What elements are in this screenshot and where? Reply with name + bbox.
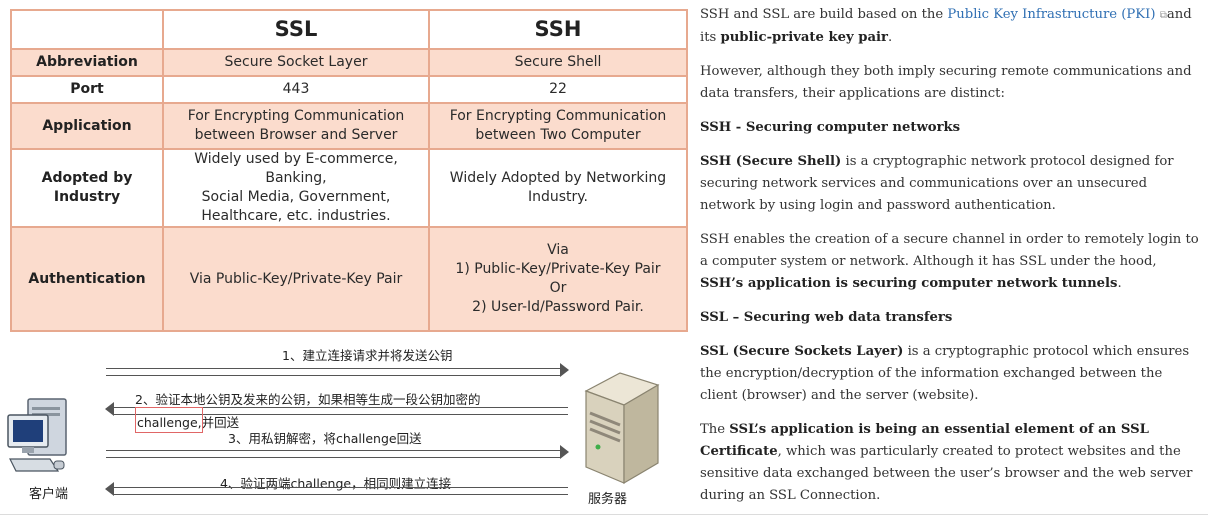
ssl-cell: Secure Socket Layer xyxy=(162,48,430,77)
row-label: Adopted by Industry xyxy=(10,148,164,228)
step-4-arrow xyxy=(105,482,568,496)
table-header-ssl: SSL xyxy=(162,9,430,50)
step-1-arrow xyxy=(106,363,569,377)
ssh-cell: Widely Adopted by Networking Industry. xyxy=(428,148,688,228)
article-body: SSH and SSL are build based on the Publi… xyxy=(700,4,1200,519)
heading-text: SSL – Securing web data transfers xyxy=(700,310,953,325)
ssh-cell: Secure Shell xyxy=(428,48,688,77)
row-label: Authentication xyxy=(10,226,164,332)
table-row: Adopted by Industry Widely used by E-com… xyxy=(10,148,688,228)
table-row: Application For Encrypting Communication… xyxy=(10,102,688,150)
ssl-cell: 443 xyxy=(162,75,430,104)
step-1-text: 1、建立连接请求并将发送公钥 xyxy=(282,348,453,363)
table-header-ssh: SSH xyxy=(428,9,688,50)
ssh-cell: For Encrypting Communication between Two… xyxy=(428,102,688,150)
table-row: Authentication Via Public-Key/Private-Ke… xyxy=(10,226,688,332)
text: . xyxy=(1117,276,1122,291)
client-computer-icon xyxy=(7,398,67,472)
text: . xyxy=(888,30,893,45)
paragraph-distinct: However, although they both imply securi… xyxy=(700,64,1192,101)
text: The xyxy=(700,422,730,437)
ssl-vs-ssh-table: SSL SSH Abbreviation Secure Socket Layer… xyxy=(10,9,688,332)
row-label: Abbreviation xyxy=(10,48,164,77)
pki-link[interactable]: Public Key Infrastructure (PKI) xyxy=(947,7,1155,22)
text: SSH and SSL are build based on the xyxy=(700,7,948,22)
table-row: Abbreviation Secure Socket Layer Secure … xyxy=(10,48,688,77)
table-row: Port 443 22 xyxy=(10,75,688,104)
client-label: 客户端 xyxy=(29,487,69,502)
ssl-cell: Via Public-Key/Private-Key Pair xyxy=(162,226,430,332)
external-link-icon: ⧉ xyxy=(1159,10,1167,21)
paragraph-ssl-certificate: The SSL’s application is being an essent… xyxy=(700,419,1200,507)
heading-ssl: SSL – Securing web data transfers xyxy=(700,307,1200,329)
heading-ssh: SSH - Securing computer networks xyxy=(700,117,1200,139)
bold-text: SSH’s application is securing computer n… xyxy=(700,276,1118,291)
ssh-handshake-diagram: 客户端 服务器 1、建立连接请求并将发送公钥 2、验证本地公钥及发来的公钥，如果… xyxy=(0,333,690,520)
challenge-highlight-box xyxy=(135,407,203,433)
row-label: Application xyxy=(10,102,164,150)
bold-text: SSH (Secure Shell) xyxy=(700,154,842,169)
step-3-arrow xyxy=(106,445,569,459)
text: SSH enables the creation of a secure cha… xyxy=(700,232,1199,269)
row-label: Port xyxy=(10,75,164,104)
table-header-row: SSL SSH xyxy=(10,9,688,50)
paragraph-ssh-tunnels: SSH enables the creation of a secure cha… xyxy=(700,229,1200,295)
ssh-cell: 22 xyxy=(428,75,688,104)
server-icon xyxy=(584,372,660,485)
paragraph-intro: SSH and SSL are build based on the Publi… xyxy=(700,4,1200,49)
step-2-text: 2、验证本地公钥及发来的公钥，如果相等生成一段公钥加密的 xyxy=(135,392,481,407)
server-label: 服务器 xyxy=(588,492,628,507)
table-header-blank xyxy=(10,9,164,50)
ssl-cell: For Encrypting Communication between Bro… xyxy=(162,102,430,150)
bold-text: SSL (Secure Sockets Layer) xyxy=(700,344,904,359)
ssh-cell: Via 1) Public-Key/Private-Key Pair Or 2)… xyxy=(428,226,688,332)
bold-text: public-private key pair xyxy=(720,30,889,45)
paragraph-ssh-definition: SSH (Secure Shell) is a cryptographic ne… xyxy=(700,151,1200,217)
divider xyxy=(0,514,1208,515)
heading-text: SSH - Securing computer networks xyxy=(700,120,961,135)
ssl-cell: Widely used by E-commerce, Banking, Soci… xyxy=(162,148,430,228)
step-3-text: 3、用私钥解密，将challenge回送 xyxy=(228,431,422,446)
paragraph-ssl-definition: SSL (Secure Sockets Layer) is a cryptogr… xyxy=(700,341,1200,407)
